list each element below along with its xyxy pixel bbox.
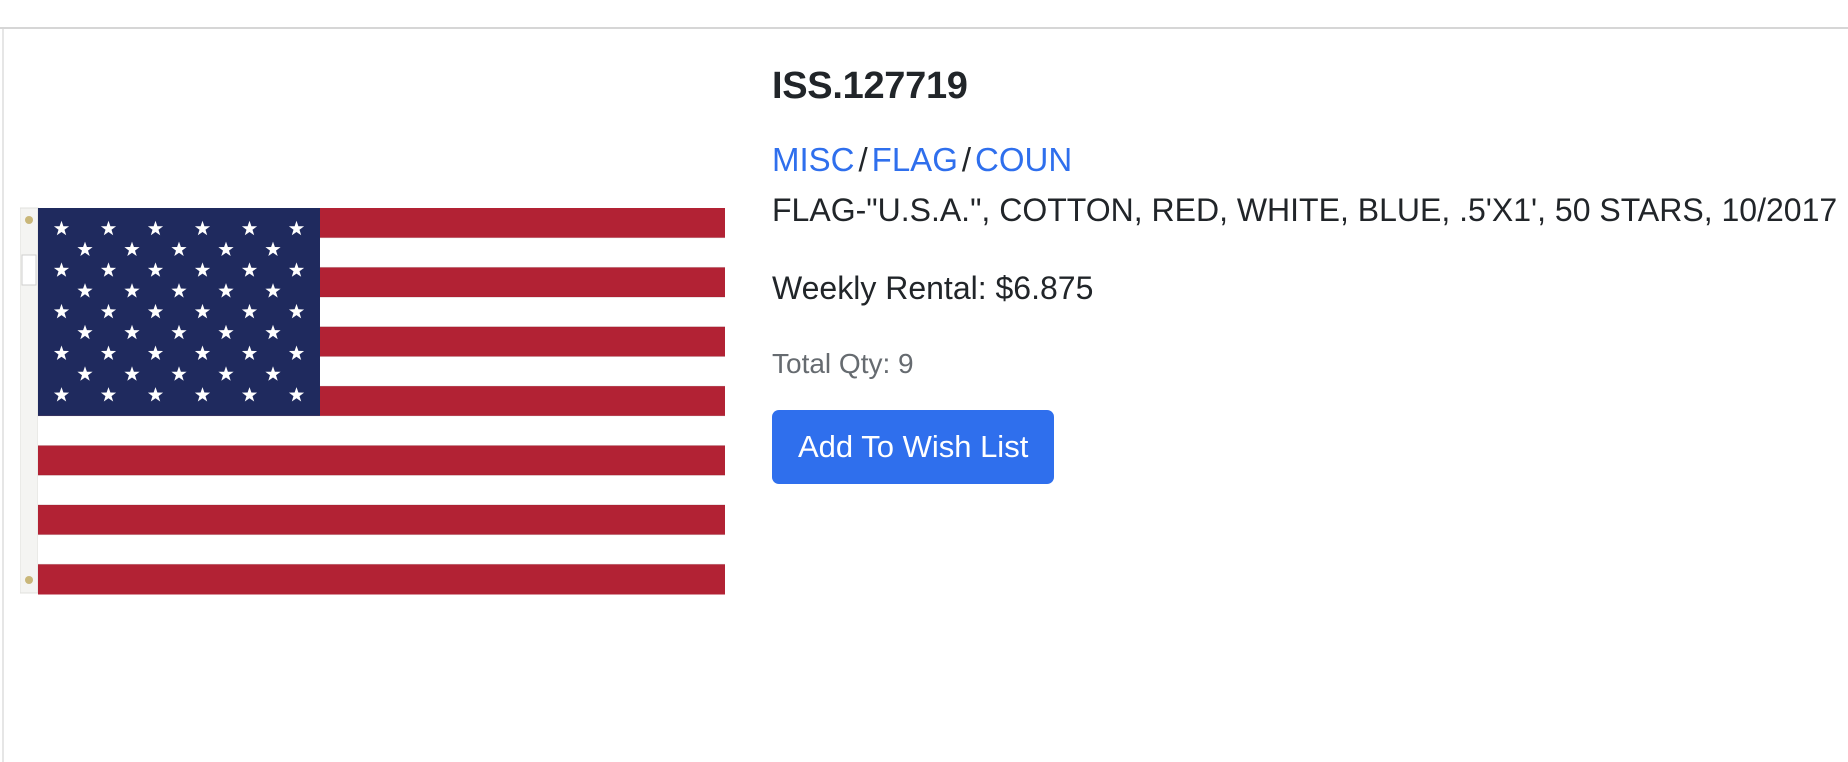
item-id: ISS.127719 xyxy=(772,65,968,107)
breadcrumb-link-flag[interactable]: FLAG xyxy=(872,141,958,178)
product-image xyxy=(20,200,725,595)
breadcrumb-link-misc[interactable]: MISC xyxy=(772,141,855,178)
breadcrumb-link-coun[interactable]: COUN xyxy=(975,141,1072,178)
weekly-rental-price: Weekly Rental: $6.875 xyxy=(772,270,1094,306)
breadcrumb-separator: / xyxy=(961,141,972,178)
add-to-wish-list-button[interactable]: Add To Wish List xyxy=(772,410,1055,484)
left-divider xyxy=(2,29,4,762)
category-breadcrumb: MISC / FLAG / COUN xyxy=(772,138,1832,182)
product-details: ISS.127719 MISC / FLAG / COUN FLAG-"U.S.A.",… xyxy=(772,60,1838,484)
item-description: FLAG-"U.S.A.", COTTON, RED, WHITE, BLUE,… xyxy=(772,192,1838,228)
us-flag-icon xyxy=(20,207,725,595)
product-page: ISS.127719 MISC / FLAG / COUN FLAG-"U.S.A.",… xyxy=(0,0,1848,762)
total-quantity: Total Qty: 9 xyxy=(772,348,914,379)
breadcrumb-separator: / xyxy=(858,141,868,178)
top-divider xyxy=(0,27,1848,29)
